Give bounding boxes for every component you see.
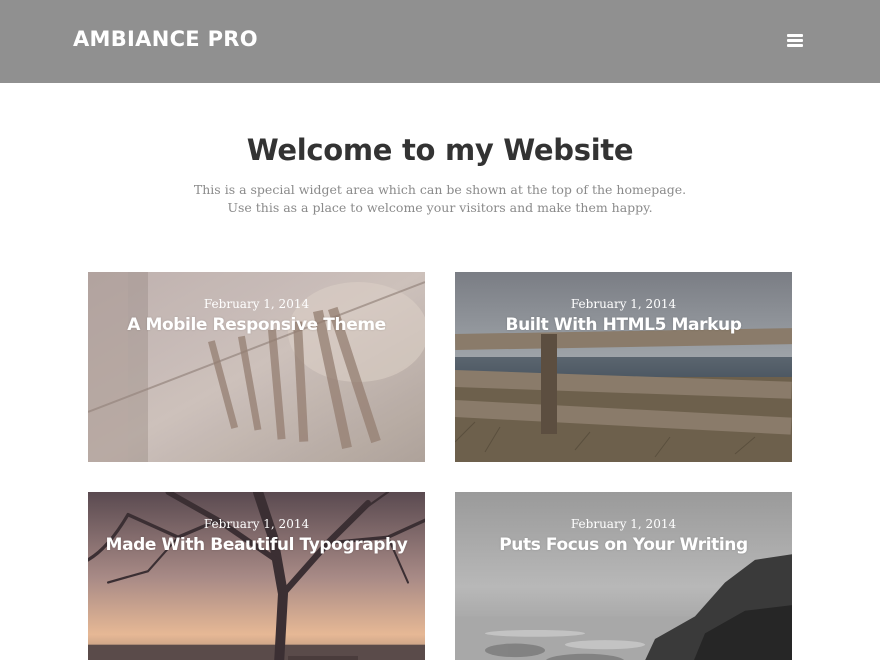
post-card[interactable]: February 1, 2014 Puts Focus on Your Writ… xyxy=(455,492,792,660)
post-title[interactable]: Puts Focus on Your Writing xyxy=(455,535,792,555)
welcome-text: This is a special widget area which can … xyxy=(0,181,880,217)
post-date: February 1, 2014 xyxy=(203,517,310,531)
post-date: February 1, 2014 xyxy=(570,517,677,531)
post-title[interactable]: A Mobile Responsive Theme xyxy=(88,315,425,335)
site-header: AMBIANCE PRO xyxy=(0,0,880,83)
welcome-title: Welcome to my Website xyxy=(246,133,634,167)
post-card[interactable]: February 1, 2014 A Mobile Responsive The… xyxy=(88,272,425,462)
post-date: February 1, 2014 xyxy=(570,297,677,311)
post-date: February 1, 2014 xyxy=(203,297,310,311)
post-title[interactable]: Built With HTML5 Markup xyxy=(455,315,792,335)
post-card[interactable]: February 1, 2014 Built With HTML5 Markup xyxy=(455,272,792,462)
site-title[interactable]: AMBIANCE PRO xyxy=(73,27,258,51)
welcome-line-2: Use this as a place to welcome your visi… xyxy=(227,200,653,215)
hamburger-menu-icon[interactable] xyxy=(787,34,803,48)
post-card[interactable]: February 1, 2014 Made With Beautiful Typ… xyxy=(88,492,425,660)
welcome-line-1: This is a special widget area which can … xyxy=(193,182,687,197)
post-title[interactable]: Made With Beautiful Typography xyxy=(88,535,425,555)
